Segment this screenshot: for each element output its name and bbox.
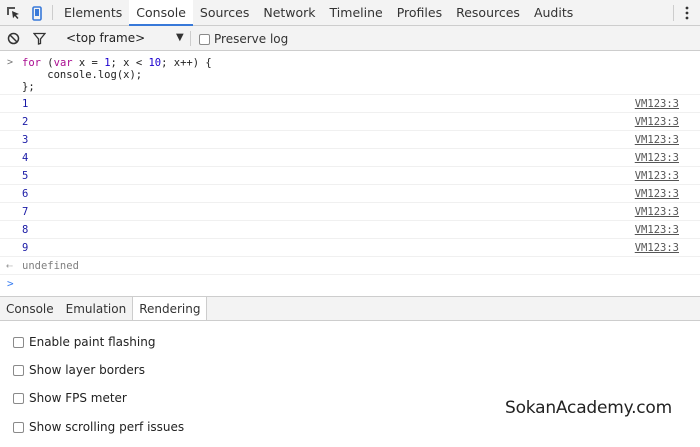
paint-flashing-checkbox[interactable] <box>13 336 24 348</box>
log-source-link[interactable]: VM123:3 <box>635 206 679 218</box>
code-line-2: console.log(x); <box>22 69 143 81</box>
drawer-tab-rendering[interactable]: Rendering <box>132 297 208 320</box>
log-source-link[interactable]: VM123:3 <box>635 134 679 146</box>
log-source-link[interactable]: VM123:3 <box>635 188 679 200</box>
tab-network[interactable]: Network <box>256 0 322 25</box>
fps-meter-checkbox[interactable] <box>13 392 24 404</box>
log-value: 4 <box>22 152 29 164</box>
log-value: 6 <box>22 188 29 200</box>
log-row: 7 VM123:3 <box>0 203 700 221</box>
console-prompt[interactable]: > <box>0 275 700 293</box>
log-row: 8 VM123:3 <box>0 221 700 239</box>
option-scrolling-perf[interactable]: Show scrolling perf issues <box>13 420 184 434</box>
log-row: 9 VM123:3 <box>0 239 700 257</box>
log-source-link[interactable]: VM123:3 <box>635 170 679 182</box>
frame-dropdown-icon[interactable]: ▼ <box>176 32 184 43</box>
log-row: 3 VM123:3 <box>0 131 700 149</box>
code-line-3: }; <box>22 81 35 93</box>
console-toolbar: <top frame> ▼ Preserve log <box>0 26 700 51</box>
code-line-1: for (var x = 1; x < 10; x++) { <box>22 57 212 69</box>
filter-icon[interactable] <box>26 25 52 51</box>
preserve-log-option[interactable]: Preserve log <box>199 32 288 46</box>
log-source-link[interactable]: VM123:3 <box>635 224 679 236</box>
fps-meter-label: Show FPS meter <box>29 391 127 405</box>
log-source-link[interactable]: VM123:3 <box>635 116 679 128</box>
log-row: 1 VM123:3 <box>0 95 700 113</box>
tab-sources[interactable]: Sources <box>193 0 256 25</box>
log-row: 5 VM123:3 <box>0 167 700 185</box>
log-value: 7 <box>22 206 29 218</box>
layer-borders-label: Show layer borders <box>29 363 145 377</box>
tab-profiles[interactable]: Profiles <box>390 0 449 25</box>
log-value: 5 <box>22 170 29 182</box>
result-message: ⇠ undefined <box>0 257 700 275</box>
inspect-element-icon[interactable] <box>0 0 26 26</box>
clear-console-icon[interactable] <box>0 25 26 51</box>
toolbar-divider <box>673 5 674 21</box>
layer-borders-checkbox[interactable] <box>13 364 24 376</box>
paint-flashing-label: Enable paint flashing <box>29 335 156 349</box>
scrolling-perf-checkbox[interactable] <box>13 421 24 433</box>
input-chevron-icon: > <box>7 57 14 68</box>
tab-elements[interactable]: Elements <box>57 0 129 25</box>
drawer-tabs: Console Emulation Rendering <box>0 297 208 320</box>
log-value: 8 <box>22 224 29 236</box>
tab-timeline[interactable]: Timeline <box>323 0 390 25</box>
toolbar-divider <box>190 31 191 46</box>
rendering-panel: Enable paint flashing Show layer borders… <box>0 321 700 447</box>
drawer-tab-emulation[interactable]: Emulation <box>60 297 133 320</box>
more-options-icon[interactable] <box>682 0 692 26</box>
drawer-tab-bar: Console Emulation Rendering <box>0 296 700 321</box>
log-row: 4 VM123:3 <box>0 149 700 167</box>
log-source-link[interactable]: VM123:3 <box>635 242 679 254</box>
device-mode-icon[interactable] <box>26 0 48 26</box>
toolbar-divider <box>52 5 53 20</box>
scrolling-perf-label: Show scrolling perf issues <box>29 420 185 434</box>
devtools-tab-bar: Elements Console Sources Network Timeline Pro… <box>0 0 700 26</box>
log-source-link[interactable]: VM123:3 <box>635 152 679 164</box>
log-value: 2 <box>22 116 29 128</box>
result-value: undefined <box>22 260 79 272</box>
watermark: SokanAcademy.com <box>505 398 672 418</box>
option-paint-flashing[interactable]: Enable paint flashing <box>13 335 155 349</box>
prompt-chevron-icon: > <box>7 277 14 290</box>
drawer-tab-console[interactable]: Console <box>0 297 60 320</box>
console-messages[interactable]: > for (var x = 1; x < 10; x++) { console… <box>0 51 700 295</box>
option-fps-meter[interactable]: Show FPS meter <box>13 391 127 405</box>
option-layer-borders[interactable]: Show layer borders <box>13 363 145 377</box>
log-row: 6 VM123:3 <box>0 185 700 203</box>
tab-resources[interactable]: Resources <box>449 0 527 25</box>
log-value: 1 <box>22 98 29 110</box>
console-input-code: for (var x = 1; x < 10; x++) { console.l… <box>22 57 700 93</box>
panel-tabs: Elements Console Sources Network Timeline Pro… <box>57 0 580 26</box>
log-value: 9 <box>22 242 29 254</box>
tab-console[interactable]: Console <box>129 0 193 26</box>
result-arrow-icon: ⇠ <box>6 259 13 272</box>
preserve-log-checkbox[interactable] <box>199 33 210 45</box>
console-input-message: > for (var x = 1; x < 10; x++) { console… <box>0 51 700 95</box>
log-list: 1 VM123:3 2 VM123:3 3 VM123:3 4 VM123:3 5 VM123:3… <box>0 95 700 257</box>
log-value: 3 <box>22 134 29 146</box>
tab-audits[interactable]: Audits <box>527 0 580 25</box>
log-row: 2 VM123:3 <box>0 113 700 131</box>
log-source-link[interactable]: VM123:3 <box>635 98 679 110</box>
preserve-log-label: Preserve log <box>214 32 289 46</box>
